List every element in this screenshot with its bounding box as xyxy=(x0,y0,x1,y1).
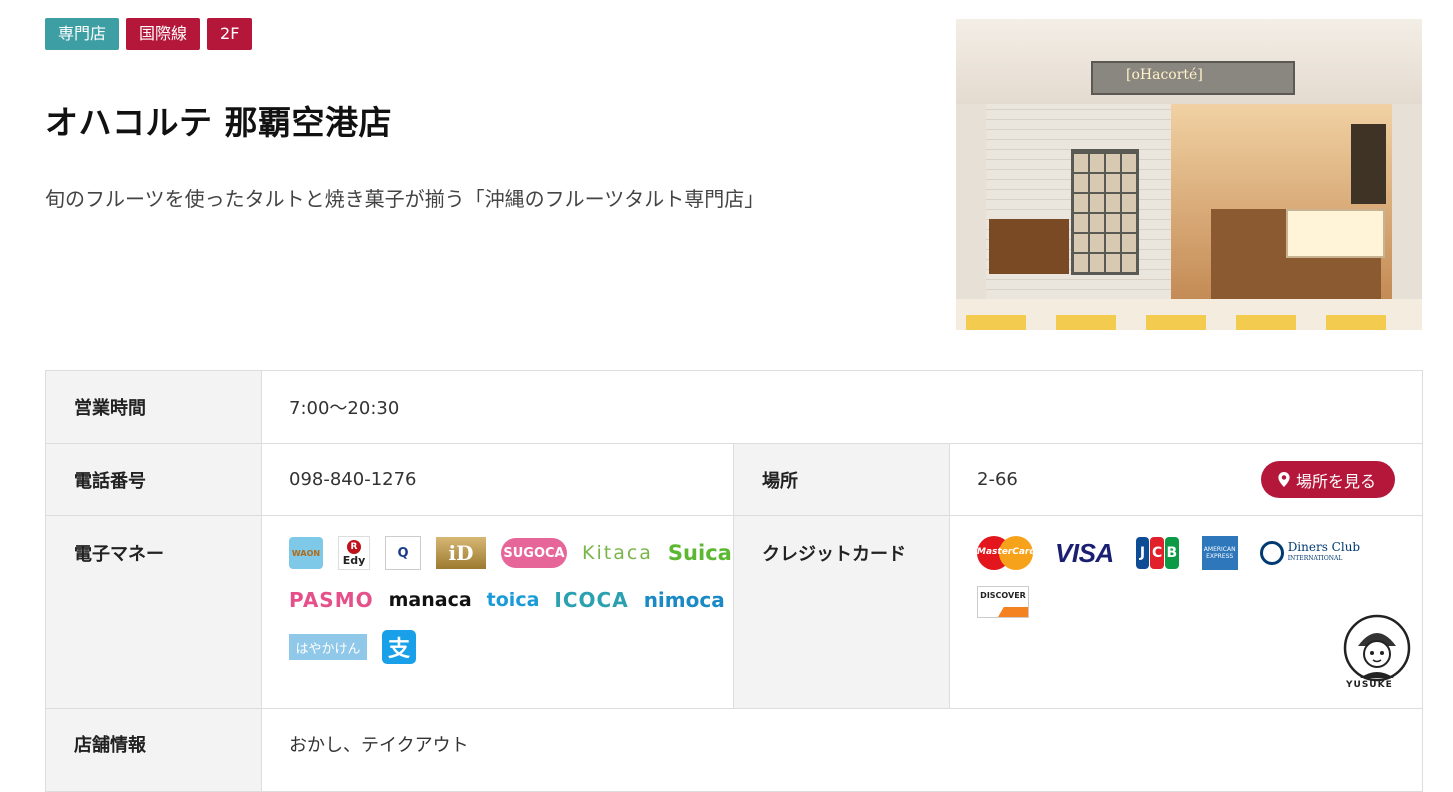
diners-club-sublabel: INTERNATIONAL xyxy=(1287,555,1343,562)
photo-floor-stripe xyxy=(1236,315,1296,330)
tag-specialty-store: 専門店 xyxy=(45,18,120,50)
view-location-button[interactable]: 場所を見る xyxy=(1261,461,1396,498)
photo-floor-stripe xyxy=(1056,315,1116,330)
id-icon: iD xyxy=(436,537,486,569)
hours-label: 営業時間 xyxy=(45,370,262,444)
mastercard-label: MasterCard xyxy=(977,547,1036,557)
diners-club-label: Diners Club xyxy=(1287,540,1361,554)
discover-icon: DISCOVER xyxy=(977,586,1029,618)
photo-pillar-right xyxy=(1392,104,1422,304)
mastercard-icon: MasterCard xyxy=(977,536,1036,570)
kitaca-icon: Kitaca xyxy=(582,542,653,564)
edy-icon: R Edy xyxy=(338,536,370,570)
shop-photo: [oHacorté] xyxy=(956,19,1422,330)
hours-value: 7:00〜20:30 xyxy=(260,370,1424,444)
page-title: オハコルテ 那覇空港店 xyxy=(45,103,392,142)
jcb-letter-c: C xyxy=(1150,537,1165,569)
emoney-label: 電子マネー xyxy=(45,515,262,709)
location-label: 場所 xyxy=(733,443,950,516)
waon-icon: WAON xyxy=(289,537,323,569)
view-location-label: 場所を見る xyxy=(1296,471,1377,491)
photo-shop-sign-text: [oHacorté] xyxy=(1126,67,1203,83)
quicpay-icon: Q xyxy=(385,536,421,570)
map-pin-icon xyxy=(1278,472,1290,487)
emoney-cell: WAON R Edy Q iD SUGOCA Kitaca Suica PASM… xyxy=(261,515,734,709)
photo-window xyxy=(1071,149,1139,275)
row-store-info: 店舗情報 おかし、テイクアウト xyxy=(45,708,1424,792)
manaca-icon: manaca xyxy=(388,589,472,611)
photo-display-case xyxy=(1286,209,1385,258)
tag-floor: 2F xyxy=(207,18,253,50)
jcb-letter-j: J xyxy=(1135,537,1150,569)
nimoca-icon: nimoca xyxy=(643,588,725,612)
credit-card-label: クレジットカード xyxy=(733,515,950,709)
emoney-logos: WAON R Edy Q iD SUGOCA Kitaca Suica PASM… xyxy=(289,536,739,664)
shop-info-table: 営業時間 7:00〜20:30 電話番号 098-840-1276 場所 2-6… xyxy=(45,370,1424,792)
store-info-value: おかし、テイクアウト xyxy=(260,708,1424,792)
jcb-icon: J C B xyxy=(1135,537,1180,569)
photo-pillar-left xyxy=(956,104,986,304)
row-phone-location: 電話番号 098-840-1276 場所 2-66 場所を見る xyxy=(45,443,1424,516)
visa-icon: VISA xyxy=(1055,537,1114,568)
watermark-label: YUSUKE xyxy=(1346,680,1393,690)
location-value: 2-66 xyxy=(977,469,1018,490)
photo-floor-stripe xyxy=(1326,315,1386,330)
amex-icon: AMERICAN EXPRESS xyxy=(1201,536,1238,570)
hayakaken-icon: はやかけん xyxy=(289,634,367,660)
icoca-icon: ICOCA xyxy=(554,588,629,612)
edy-label: Edy xyxy=(342,553,366,567)
row-hours: 営業時間 7:00〜20:30 xyxy=(45,370,1424,444)
phone-label: 電話番号 xyxy=(45,443,262,516)
photo-floor-stripe xyxy=(966,315,1026,330)
photo-bench xyxy=(989,219,1069,274)
pasmo-icon: PASMO xyxy=(289,588,374,612)
store-info-label: 店舗情報 xyxy=(45,708,262,792)
edy-mark: R xyxy=(347,539,361,554)
row-payment: 電子マネー WAON R Edy Q iD SUGOCA Kitaca Suic… xyxy=(45,515,1424,709)
alipay-icon: 支 xyxy=(382,630,416,664)
photo-shelf xyxy=(1351,124,1386,204)
discover-label: DISCOVER xyxy=(980,591,1026,600)
photo-floor-stripe xyxy=(1146,315,1206,330)
shop-description: 旬のフルーツを使ったタルトと焼き菓子が揃う「沖縄のフルーツタルト専門店」 xyxy=(45,187,765,211)
diners-club-icon: Diners Club INTERNATIONAL xyxy=(1259,540,1361,565)
sugoca-icon: SUGOCA xyxy=(501,538,567,568)
jcb-letter-b: B xyxy=(1165,537,1179,569)
phone-value[interactable]: 098-840-1276 xyxy=(261,443,734,516)
toica-icon: toica xyxy=(486,589,540,611)
suica-icon: Suica xyxy=(667,541,732,565)
location-cell: 2-66 場所を見る xyxy=(948,443,1424,516)
credit-card-logos: MasterCard VISA J C B AMERICAN EXPRESS D… xyxy=(977,536,1377,618)
tag-list: 専門店 国際線 2F xyxy=(45,18,253,50)
tag-international: 国際線 xyxy=(126,18,201,50)
